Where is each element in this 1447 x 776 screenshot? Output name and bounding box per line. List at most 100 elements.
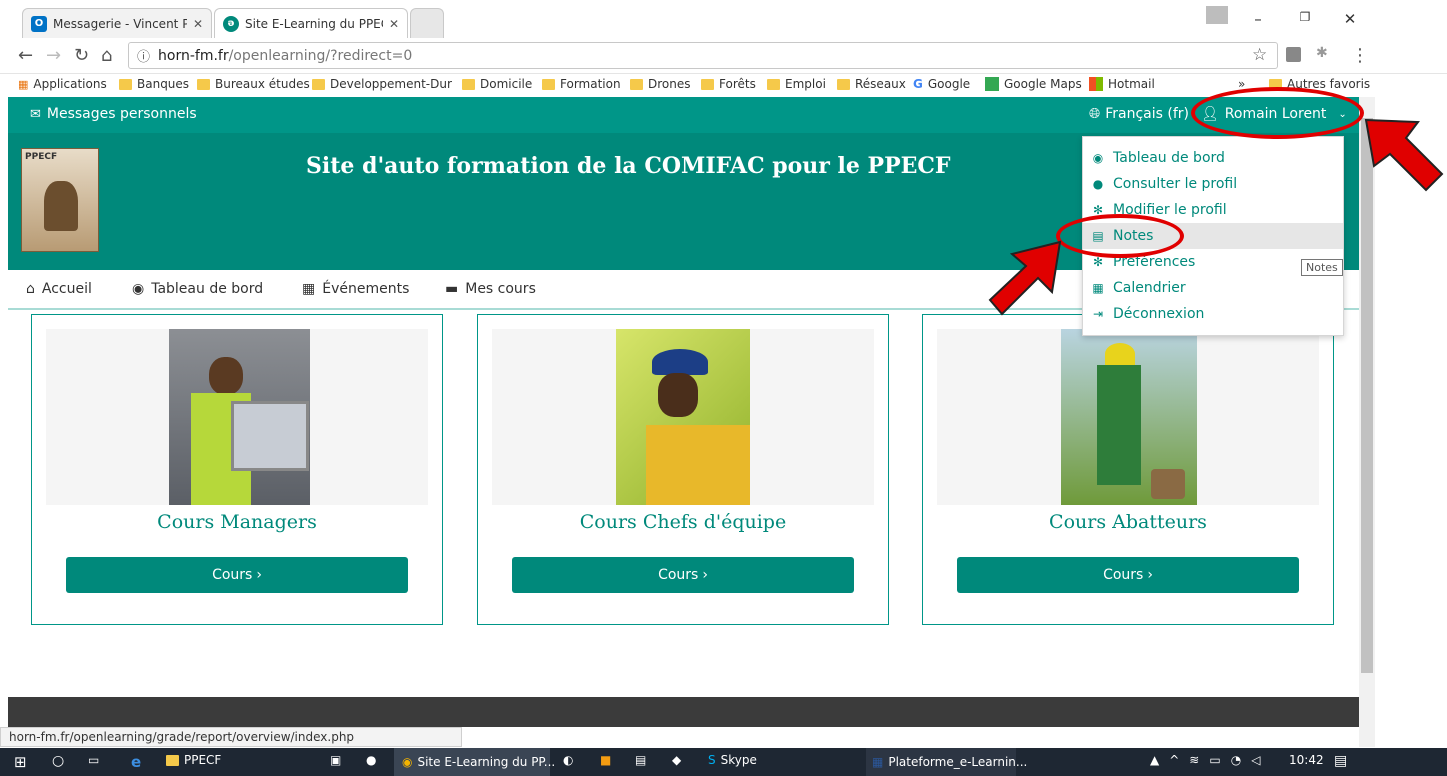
scrollbar-thumb[interactable] — [1361, 118, 1373, 673]
url-path: /openlearning/?redirect=0 — [228, 47, 413, 64]
home-icon[interactable]: ⌂ — [101, 45, 112, 66]
microsoft-icon — [1089, 77, 1103, 91]
edge-icon[interactable]: e — [131, 753, 141, 771]
site-logo[interactable]: PPECF — [21, 148, 99, 252]
bookmark-drones[interactable]: Drones — [630, 77, 691, 91]
app-icon[interactable]: ● — [366, 753, 376, 767]
close-icon[interactable]: ✕ — [389, 17, 399, 31]
bookmark-google[interactable]: G Google — [913, 77, 970, 91]
user-menu-deconnexion[interactable]: ⇥ Déconnexion — [1083, 301, 1343, 327]
course-card-chefs: Cours Chefs d'équipe Cours › — [477, 314, 889, 625]
tab-elearning[interactable]: ə Site E-Learning du PPECF ✕ — [214, 8, 408, 38]
menu-evenements[interactable]: ▦ Événements — [302, 281, 409, 297]
top-navbar: ✉ Messages personnels 🌐︎ Français (fr) 👤… — [8, 97, 1359, 133]
bookmark-formation[interactable]: Formation — [542, 77, 621, 91]
reload-icon[interactable]: ↻ — [74, 45, 89, 66]
taskbar-ppecf[interactable]: PPECF — [166, 753, 221, 767]
taskbar-label: PPECF — [184, 753, 222, 767]
bookmark-label: Forêts — [719, 77, 756, 91]
bookmark-domicile[interactable]: Domicile — [462, 77, 532, 91]
taskbar-skype[interactable]: S Skype — [708, 753, 757, 767]
taskbar-word[interactable]: ▦ Plateforme_e-Learnin... — [866, 748, 1027, 776]
extension-icon[interactable] — [1286, 47, 1301, 62]
taskbar-chrome[interactable]: ◉ Site E-Learning du PP... — [394, 748, 555, 776]
app3-icon[interactable]: ◆ — [672, 753, 681, 767]
chevron-right-icon: › — [702, 567, 708, 583]
bookmark-developpement[interactable]: Developpement-Dura — [312, 77, 452, 91]
forward-icon[interactable]: → — [46, 45, 61, 66]
bookmark-forets[interactable]: Forêts — [701, 77, 756, 91]
bookmark-label: Bureaux études — [215, 77, 310, 91]
wifi-icon: ◔ — [1230, 753, 1242, 767]
bookmark-star-icon[interactable]: ☆ — [1252, 45, 1267, 65]
network-icon: ≋ — [1189, 753, 1200, 767]
tab-messagerie[interactable]: O Messagerie - Vincent Pel ✕ — [22, 8, 212, 38]
hp-icon[interactable]: ◐ — [563, 753, 573, 767]
course-title[interactable]: Cours Managers — [32, 511, 442, 533]
course-image[interactable] — [492, 329, 874, 505]
course-title[interactable]: Cours Chefs d'équipe — [478, 511, 888, 533]
notification-icon[interactable]: ▤ — [1334, 753, 1347, 769]
bookmark-emploi[interactable]: Emploi — [767, 77, 826, 91]
user-menu-calendrier[interactable]: ▦ Calendrier — [1083, 275, 1343, 301]
window-close-icon[interactable]: ✕ — [1340, 10, 1360, 28]
battery-icon: ▭ — [1209, 753, 1221, 767]
task-view-icon[interactable]: ▭ — [88, 753, 99, 767]
status-url: horn-fm.fr/openlearning/grade/report/ove… — [0, 727, 462, 747]
windows-start-icon[interactable]: ⊞ — [14, 753, 27, 771]
system-tray[interactable]: ▲ ^ ≋ ▭ ◔ ◁ — [1150, 753, 1260, 767]
media-icon[interactable]: ■ — [600, 753, 611, 767]
bookmark-label: Google Maps — [1004, 77, 1082, 91]
course-image[interactable] — [937, 329, 1319, 505]
menu-dots-icon[interactable]: ⋮ — [1351, 45, 1369, 66]
home-icon: ⌂ — [26, 281, 35, 297]
logo-text: PPECF — [25, 152, 58, 162]
bookmark-apps[interactable]: ▦ Applications — [18, 77, 107, 91]
profile-icon[interactable] — [1206, 6, 1228, 24]
moodle-icon: ə — [223, 15, 239, 32]
bookmark-banques[interactable]: Banques — [119, 77, 189, 91]
menu-tableau-de-bord[interactable]: ◉ Tableau de bord — [132, 281, 263, 297]
windows-taskbar: ⊞ ○ ▭ e PPECF ▣ ● ◉ Site E-Learning du P… — [0, 748, 1447, 776]
folder-icon — [462, 78, 475, 90]
annotation-circle-user-menu — [1191, 87, 1364, 139]
language-menu[interactable]: 🌐︎ Français (fr) — [1089, 106, 1189, 122]
clock[interactable]: 10:42 — [1289, 753, 1324, 767]
button-label: Cours — [1103, 567, 1144, 583]
menu-label: Tableau de bord — [1113, 150, 1225, 166]
apps-grid-icon: ▦ — [18, 77, 29, 91]
back-icon[interactable]: ← — [18, 45, 33, 66]
restore-icon[interactable]: ❐ — [1295, 10, 1315, 24]
puzzle-icon[interactable]: ✱ — [1316, 45, 1328, 61]
word-icon: ▦ — [872, 755, 884, 769]
minimize-icon[interactable]: – — [1248, 10, 1268, 28]
messages-label: Messages personnels — [46, 106, 197, 122]
user-menu-tableau-de-bord[interactable]: ◉ Tableau de bord — [1083, 145, 1343, 171]
bookmark-hotmail[interactable]: Hotmail — [1089, 77, 1155, 91]
user-menu-consulter-profil[interactable]: ● Consulter le profil — [1083, 171, 1343, 197]
new-tab-button[interactable] — [410, 8, 444, 38]
store-icon[interactable]: ▣ — [330, 753, 341, 767]
course-button[interactable]: Cours › — [66, 557, 408, 593]
close-icon[interactable]: ✕ — [193, 17, 203, 31]
calendar-icon: ▦ — [1092, 281, 1104, 295]
search-icon[interactable]: ○ — [52, 753, 64, 769]
bookmark-reseaux[interactable]: Réseaux — [837, 77, 906, 91]
bookmark-bureaux[interactable]: Bureaux études — [197, 77, 310, 91]
menu-mes-cours[interactable]: ▬ Mes cours — [445, 281, 536, 297]
page-footer — [8, 697, 1359, 727]
course-button[interactable]: Cours › — [512, 557, 854, 593]
address-bar[interactable]: ⓘ horn-fm.fr /openlearning/?redirect=0 — [128, 42, 1278, 69]
course-card-managers: Cours Managers Cours › — [31, 314, 443, 625]
course-button[interactable]: Cours › — [957, 557, 1299, 593]
menu-accueil[interactable]: ⌂ Accueil — [26, 281, 92, 297]
messages-link[interactable]: ✉ Messages personnels — [30, 106, 197, 122]
bookmark-label: Formation — [560, 77, 621, 91]
info-icon: ⓘ — [137, 50, 151, 65]
team-leader-illustration — [616, 329, 750, 505]
app2-icon[interactable]: ▤ — [635, 753, 646, 767]
maps-icon — [985, 77, 999, 91]
course-image[interactable] — [46, 329, 428, 505]
course-title[interactable]: Cours Abatteurs — [923, 511, 1333, 533]
bookmark-google-maps[interactable]: Google Maps — [985, 77, 1082, 91]
